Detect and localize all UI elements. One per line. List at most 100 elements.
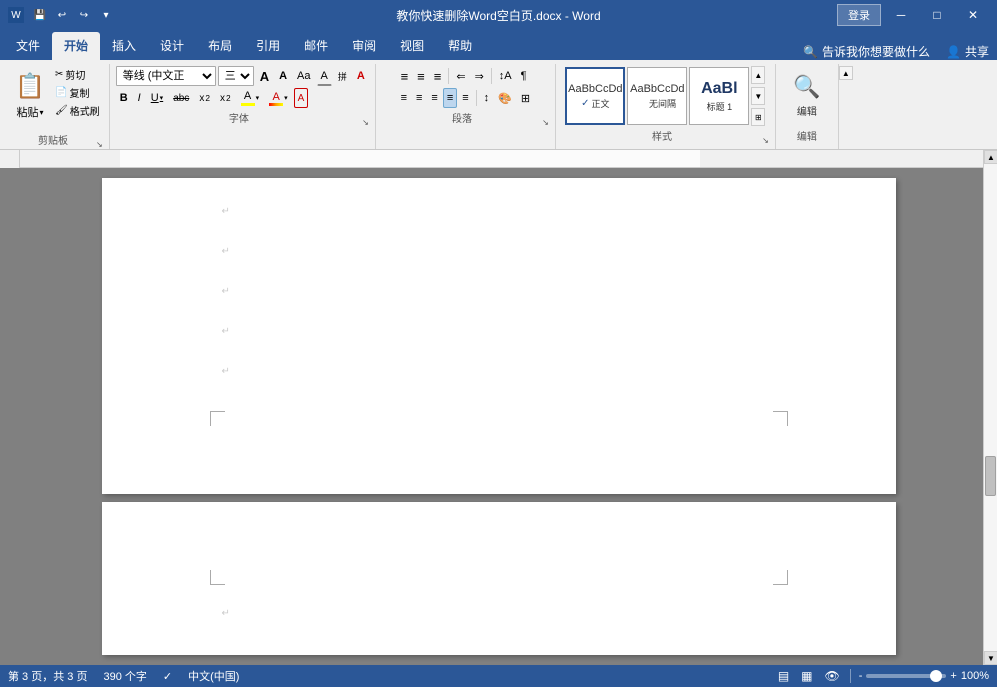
spell-check-icon[interactable]: ✓	[163, 670, 172, 683]
tab-layout[interactable]: 布局	[196, 32, 244, 60]
paragraph-group: ≡ ≡ ≡ ⇐ ⇒ ↕A ¶ ≡ ≡ ≡ ≡ ≡ ↕ 🎨 ⊞	[376, 64, 556, 149]
language-info[interactable]: 中文(中国)	[188, 668, 239, 684]
style-normal[interactable]: AaBbCcDd ✓ 正文	[565, 67, 625, 125]
align-right-button[interactable]: ≡	[427, 88, 441, 108]
style-no-spacing[interactable]: AaBbCcDd ✓ 无间隔	[627, 67, 687, 125]
highlight-dropdown-icon[interactable]: ▾	[256, 94, 260, 102]
tab-review[interactable]: 审阅	[340, 32, 388, 60]
share-icon: 👤	[946, 45, 961, 59]
login-button[interactable]: 登录	[837, 4, 881, 26]
save-icon[interactable]: 💾	[30, 5, 50, 25]
redo-icon[interactable]: ↪	[74, 5, 94, 25]
print-view-button[interactable]: ▤	[776, 667, 791, 685]
strikethrough-button[interactable]: abc	[169, 88, 193, 108]
line-spacing-button[interactable]: ↕	[480, 88, 494, 108]
zoom-minus-button[interactable]: -	[859, 670, 863, 682]
sort-button[interactable]: ↕A	[495, 66, 516, 86]
web-view-button[interactable]: ▦	[799, 667, 814, 685]
paragraph-row2: ≡ ≡ ≡ ≡ ≡ ↕ 🎨 ⊞	[397, 88, 535, 108]
search-bar[interactable]: 🔍 告诉我你想要做什么	[803, 43, 938, 60]
styles-scroll-up[interactable]: ▲	[751, 66, 765, 84]
bold-button[interactable]: B	[116, 88, 132, 108]
subscript-button[interactable]: x2	[195, 88, 214, 108]
clear-format-button[interactable]: A	[317, 66, 332, 86]
share-button[interactable]: 👤 共享	[946, 43, 997, 60]
editing-button[interactable]: 🔍 编辑	[782, 66, 832, 126]
clipboard-expand-icon[interactable]: ↘	[96, 140, 103, 149]
zoom-thumb[interactable]	[930, 670, 942, 682]
format-painter-button[interactable]: 🖌 格式刷	[52, 102, 103, 119]
scroll-thumb[interactable]	[985, 456, 996, 496]
zoom-track[interactable]	[866, 674, 946, 678]
undo-icon[interactable]: ↩	[52, 5, 72, 25]
borders-button[interactable]: ⊞	[517, 88, 534, 108]
paste-dropdown-icon[interactable]: ▾	[39, 108, 43, 117]
justify-button[interactable]: ≡	[443, 88, 457, 108]
align-left-button[interactable]: ≡	[397, 88, 411, 108]
copy-button[interactable]: 📄 复制	[52, 84, 103, 101]
font-size-select[interactable]: 三号	[218, 66, 254, 86]
ribbon-collapse[interactable]: ▲	[839, 64, 853, 149]
bullets-button[interactable]: ≡	[397, 66, 413, 86]
share-label[interactable]: 共享	[965, 43, 989, 60]
phonetic-button[interactable]: 拼	[334, 66, 351, 86]
tab-view[interactable]: 视图	[388, 32, 436, 60]
page-corner-tl	[210, 411, 225, 426]
styles-scroll-down[interactable]: ▼	[751, 87, 765, 105]
zoom-plus-button[interactable]: +	[950, 670, 956, 682]
maximize-button[interactable]: □	[921, 0, 953, 30]
font-color-button[interactable]: A ▾	[265, 88, 292, 108]
format-painter-label: 格式刷	[70, 103, 100, 118]
font-expand-icon[interactable]: ↘	[362, 118, 369, 127]
indent-decrease-button[interactable]: ⇐	[452, 66, 469, 86]
text-highlight-button[interactable]: A ▾	[237, 88, 264, 108]
underline-button[interactable]: U▾	[147, 88, 167, 108]
separator1	[448, 68, 449, 84]
tab-mailings[interactable]: 邮件	[292, 32, 340, 60]
minimize-button[interactable]: ─	[885, 0, 917, 30]
font-color-dropdown-icon[interactable]: ▾	[284, 94, 288, 102]
tab-help[interactable]: 帮助	[436, 32, 484, 60]
numbering-button[interactable]: ≡	[413, 66, 429, 86]
surround-button[interactable]: A	[353, 66, 369, 86]
document-scroll[interactable]: ↵ ↵ ↵ ↵ ↵ ↵	[0, 168, 997, 665]
tab-design[interactable]: 设计	[148, 32, 196, 60]
font-name-select[interactable]: 等线 (中文正	[116, 66, 216, 86]
superscript-button[interactable]: x2	[216, 88, 235, 108]
styles-expand-icon[interactable]: ↘	[762, 136, 769, 145]
tab-insert[interactable]: 插入	[100, 32, 148, 60]
align-center-button[interactable]: ≡	[412, 88, 426, 108]
zoom-control[interactable]: - + 100%	[859, 670, 989, 682]
paragraph-expand-icon[interactable]: ↘	[542, 118, 549, 127]
collapse-icon[interactable]: ▲	[839, 66, 853, 80]
paste-button[interactable]: 📋 粘贴 ▾	[10, 66, 50, 130]
customize-quick-access[interactable]: ▾	[96, 5, 116, 25]
italic-button[interactable]: I	[134, 88, 145, 108]
underline-dropdown[interactable]: ▾	[160, 94, 164, 102]
clipboard-label: 剪贴板	[10, 132, 96, 149]
ruler-corner	[0, 150, 20, 168]
search-label[interactable]: 告诉我你想要做什么	[822, 43, 930, 60]
paragraph-label: 段落	[382, 110, 542, 127]
indent-increase-button[interactable]: ⇒	[471, 66, 488, 86]
font-effects-button[interactable]: A	[294, 88, 309, 108]
shading-button[interactable]: 🎨	[494, 88, 516, 108]
style-heading1[interactable]: AaBl 标题 1	[689, 67, 749, 125]
vertical-scrollbar[interactable]: ▲ ▼	[983, 150, 997, 665]
tab-file[interactable]: 文件	[4, 32, 52, 60]
change-case-button[interactable]: Aa	[293, 66, 314, 86]
tab-home[interactable]: 开始	[52, 32, 100, 60]
font-shrink-button[interactable]: A	[275, 66, 291, 86]
show-marks-button[interactable]: ¶	[517, 66, 531, 86]
font-grow-button[interactable]: A	[256, 66, 273, 86]
column-layout-button[interactable]: ≡	[458, 88, 472, 108]
scroll-down-button[interactable]: ▼	[984, 651, 997, 665]
cut-button[interactable]: ✂ 剪切	[52, 66, 103, 83]
scroll-track[interactable]	[984, 164, 997, 651]
styles-expand[interactable]: ⊞	[751, 108, 765, 126]
tab-references[interactable]: 引用	[244, 32, 292, 60]
multilevel-button[interactable]: ≡	[430, 66, 446, 86]
read-view-button[interactable]: 👁	[823, 667, 842, 685]
close-button[interactable]: ✕	[957, 0, 989, 30]
scroll-up-button[interactable]: ▲	[984, 150, 997, 164]
